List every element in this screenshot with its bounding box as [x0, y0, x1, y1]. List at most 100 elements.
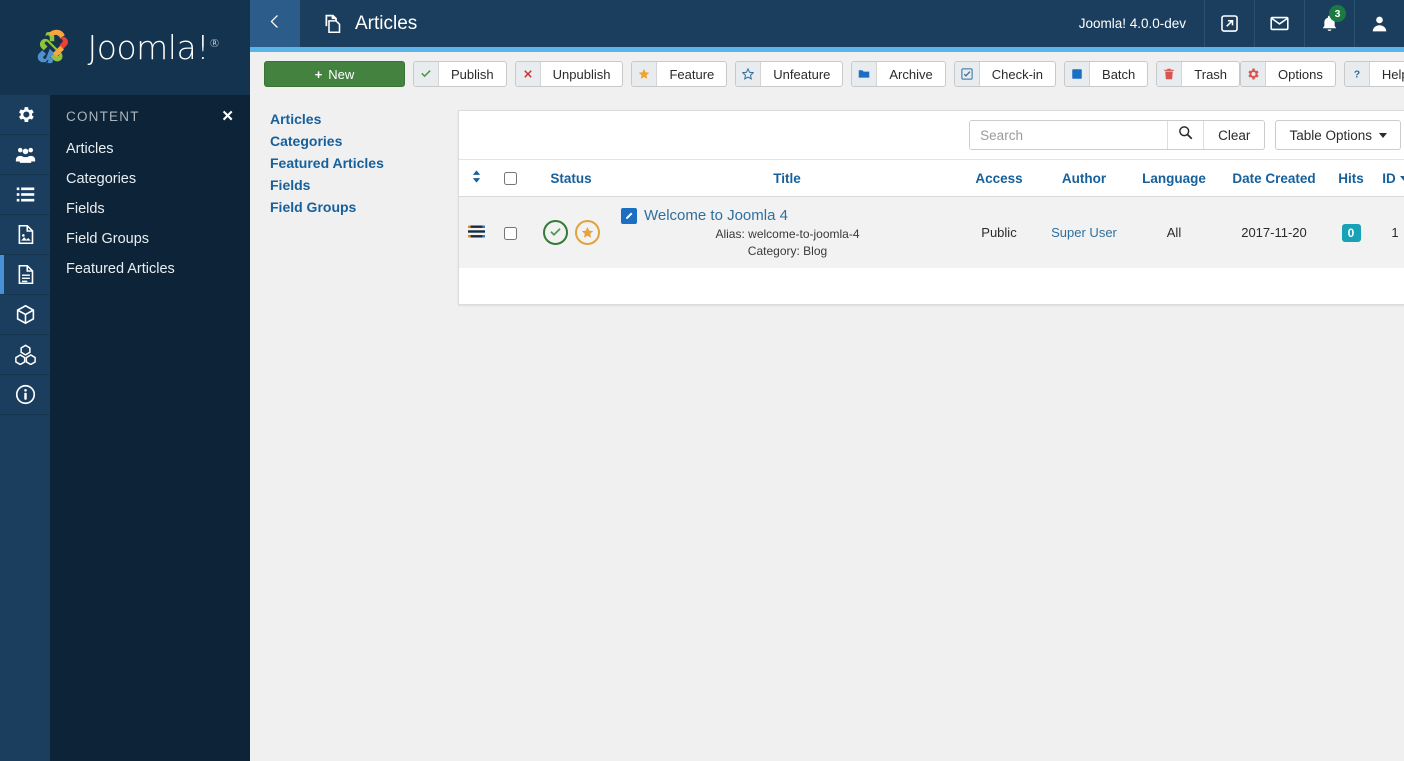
- rail-item-media[interactable]: [0, 215, 50, 255]
- search-input[interactable]: [970, 121, 1168, 149]
- notification-badge: 3: [1329, 5, 1346, 22]
- unpublish-button[interactable]: Unpublish: [514, 61, 624, 87]
- brand-name: Joomla!®: [87, 28, 220, 67]
- th-id[interactable]: ID: [1373, 159, 1404, 197]
- th-id-label: ID: [1382, 170, 1396, 186]
- blocks-icon: [14, 344, 36, 365]
- row-select-cell: [493, 196, 527, 268]
- new-button-label: New: [328, 66, 355, 82]
- row-status-cell: [527, 196, 615, 268]
- chevron-left-icon: [267, 13, 284, 35]
- menu-item-categories[interactable]: Categories: [50, 164, 250, 194]
- close-icon[interactable]: ✕: [221, 109, 234, 124]
- menu-item-fields[interactable]: Fields: [50, 194, 250, 224]
- notifications-button[interactable]: 3: [1304, 0, 1354, 47]
- th-date-created[interactable]: Date Created: [1219, 159, 1329, 197]
- envelope-icon: [1270, 14, 1289, 33]
- drag-handle-icon[interactable]: [467, 225, 485, 238]
- rail-item-users[interactable]: [0, 135, 50, 175]
- subnav-item-articles[interactable]: Articles: [270, 108, 450, 130]
- joomla-logo[interactable]: Joomla!®: [31, 24, 220, 72]
- rail-item-content[interactable]: [0, 255, 50, 295]
- joomla-logo-icon: [31, 24, 79, 72]
- th-author[interactable]: Author: [1039, 159, 1129, 197]
- table-options-label: Table Options: [1289, 127, 1372, 143]
- plus-icon: +: [314, 66, 323, 82]
- table-header-row: Status Title Access Author Language Date…: [459, 159, 1404, 197]
- help-button[interactable]: ? Help: [1343, 61, 1404, 87]
- menu-item-articles[interactable]: Articles: [50, 134, 250, 164]
- publish-button-label: Publish: [451, 66, 494, 82]
- messages-button[interactable]: [1254, 0, 1304, 47]
- th-select-all[interactable]: [493, 159, 527, 197]
- subnav-item-field-groups[interactable]: Field Groups: [270, 196, 450, 218]
- row-title-cell: Welcome to Joomla 4 Alias: welcome-to-jo…: [615, 196, 959, 268]
- archive-button[interactable]: Archive: [851, 61, 946, 87]
- rail-item-components[interactable]: [0, 295, 50, 335]
- external-link-icon: [1220, 14, 1239, 33]
- user-account-button[interactable]: [1354, 0, 1404, 47]
- th-language[interactable]: Language: [1129, 159, 1219, 197]
- menu-item-featured-articles[interactable]: Featured Articles: [50, 254, 250, 284]
- gear-icon: [15, 104, 36, 125]
- th-hits[interactable]: Hits: [1329, 159, 1373, 197]
- rail-item-help[interactable]: [0, 375, 50, 415]
- subnav-item-featured-articles[interactable]: Featured Articles: [270, 152, 450, 174]
- rail-item-extensions[interactable]: [0, 335, 50, 375]
- th-ordering[interactable]: [459, 159, 493, 197]
- featured-status-icon[interactable]: [574, 220, 600, 245]
- select-all-checkbox[interactable]: [503, 172, 517, 186]
- publish-button[interactable]: Publish: [413, 61, 507, 87]
- row-date-cell: 2017-11-20: [1219, 196, 1329, 268]
- articles-table: Status Title Access Author Language Date…: [459, 159, 1404, 268]
- th-status[interactable]: Status: [527, 159, 615, 197]
- alias-label: Alias:: [715, 227, 745, 241]
- page-title-area: Articles: [300, 0, 1061, 47]
- checkbox-icon: [954, 62, 980, 86]
- article-title-link[interactable]: Welcome to Joomla 4: [644, 207, 788, 224]
- table-options-button[interactable]: Table Options: [1275, 120, 1401, 150]
- th-access[interactable]: Access: [959, 159, 1039, 197]
- row-drag-handle-cell: [459, 196, 493, 268]
- options-button[interactable]: Options: [1240, 61, 1336, 87]
- row-checkbox[interactable]: [503, 227, 517, 241]
- checkin-button[interactable]: Check-in: [953, 61, 1057, 87]
- help-button-label: Help: [1381, 66, 1404, 82]
- unfeature-button[interactable]: Unfeature: [735, 61, 844, 87]
- users-icon: [15, 144, 36, 165]
- user-icon: [1370, 14, 1389, 33]
- new-button[interactable]: + New: [264, 61, 405, 87]
- search-button[interactable]: [1167, 121, 1204, 149]
- row-author-cell: Super User: [1039, 196, 1129, 268]
- batch-button[interactable]: Batch: [1064, 61, 1149, 87]
- back-button[interactable]: [250, 0, 300, 47]
- trash-button[interactable]: Trash: [1156, 61, 1241, 87]
- x-icon: [515, 62, 541, 86]
- feature-button[interactable]: Feature: [631, 61, 728, 87]
- article-alias: Alias: welcome-to-joomla-4: [621, 227, 953, 241]
- table-filter-bar: Clear Table Options: [459, 111, 1404, 159]
- archive-button-label: Archive: [889, 66, 933, 82]
- menu-item-field-groups[interactable]: Field Groups: [50, 224, 250, 254]
- articles-panel: Clear Table Options: [458, 110, 1404, 305]
- cube-icon: [15, 304, 36, 325]
- rail-item-system[interactable]: [0, 95, 50, 135]
- checkin-button-label: Check-in: [991, 66, 1044, 82]
- alias-value: welcome-to-joomla-4: [748, 227, 860, 241]
- edit-icon[interactable]: [621, 207, 637, 224]
- clear-button[interactable]: Clear: [1203, 121, 1265, 149]
- image-file-icon: [15, 224, 36, 245]
- row-hits-cell: 0: [1329, 196, 1373, 268]
- author-link[interactable]: Super User: [1051, 225, 1117, 240]
- subnav-item-fields[interactable]: Fields: [270, 174, 450, 196]
- th-title[interactable]: Title: [615, 159, 959, 197]
- rail-item-menus[interactable]: [0, 175, 50, 215]
- article-category: Category: Blog: [621, 244, 953, 258]
- subnav-item-categories[interactable]: Categories: [270, 130, 450, 152]
- published-status-icon[interactable]: [542, 220, 568, 245]
- svg-text:?: ?: [1354, 69, 1360, 81]
- sort-desc-icon: [1399, 176, 1404, 182]
- star-icon: [632, 62, 658, 86]
- gear-icon: [1241, 62, 1267, 86]
- preview-site-button[interactable]: [1204, 0, 1254, 47]
